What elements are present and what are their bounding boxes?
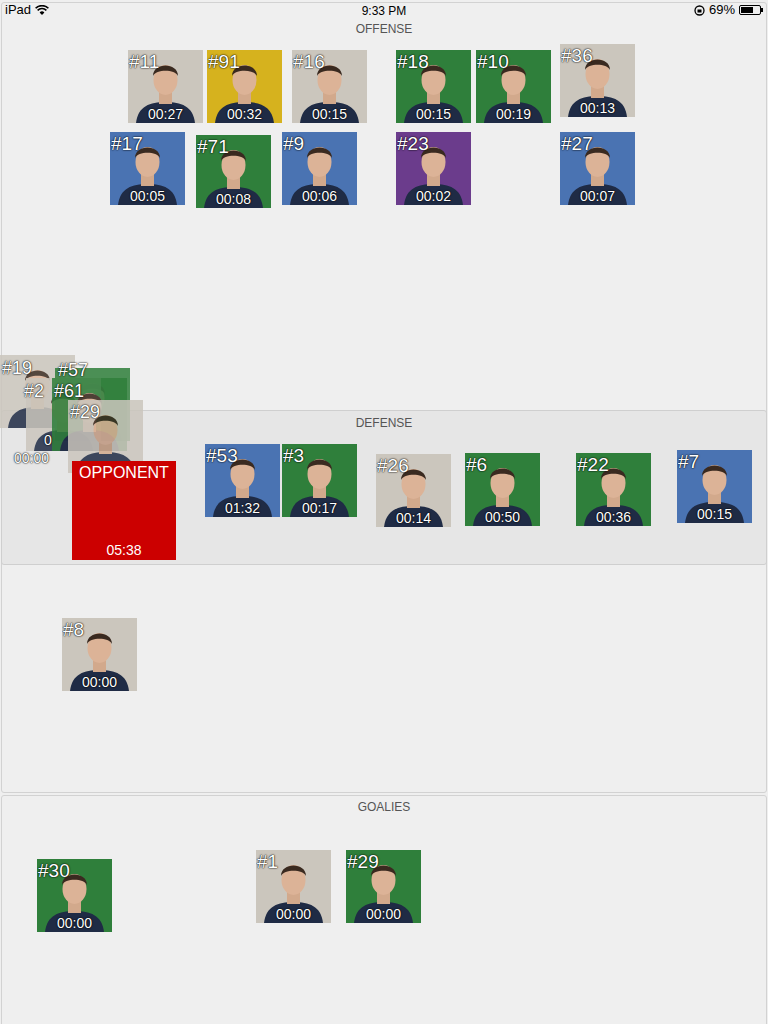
battery-icon [739, 5, 763, 15]
player-card[interactable]: #29 00:00 [346, 850, 421, 923]
player-card[interactable]: #26 00:14 [376, 454, 451, 527]
player-card[interactable]: #1 00:00 [256, 850, 331, 923]
wifi-icon [35, 5, 49, 16]
player-number: #61 [54, 381, 84, 401]
ice-time: 00:27 [128, 106, 203, 122]
player-number: #91 [208, 51, 240, 73]
clock: 9:33 PM [340, 2, 428, 20]
player-card[interactable]: #16 00:15 [292, 50, 367, 123]
player-card[interactable]: #27 00:07 [560, 132, 635, 205]
player-number: #30 [38, 860, 70, 882]
opponent-label: OPPONENT [79, 463, 169, 483]
player-number: #6 [466, 454, 487, 476]
ice-time: 00:15 [396, 106, 471, 122]
player-card[interactable]: #22 00:36 [576, 453, 651, 526]
ice-time: 00:13 [560, 100, 635, 116]
player-number: #26 [377, 455, 409, 477]
player-card[interactable]: #9 00:06 [282, 132, 357, 205]
ice-time: 00:00 [37, 915, 112, 931]
ice-time: 00:06 [282, 188, 357, 204]
battery-percent: 69% [709, 0, 735, 20]
ice-time: 00:15 [292, 106, 367, 122]
ice-time: 00:00 [62, 674, 137, 690]
player-card[interactable]: #3 00:17 [282, 444, 357, 517]
ice-time: 00:00 [256, 906, 331, 922]
carrier: iPad [5, 0, 31, 20]
player-number: #29 [347, 851, 379, 873]
player-number: #27 [561, 133, 593, 155]
player-number: #9 [283, 133, 304, 155]
section-label: GOALIES [0, 798, 768, 816]
status-bar: iPad 9:33 PM 69% [0, 0, 768, 20]
ice-time: 01:32 [205, 500, 280, 516]
player-card[interactable]: #11 00:27 [128, 50, 203, 123]
opponent-card[interactable]: OPPONENT 05:38 [72, 461, 176, 560]
player-card[interactable]: #71 00:08 [196, 135, 271, 208]
player-number: #19 [2, 358, 32, 378]
player-number: #53 [206, 445, 238, 467]
player-card[interactable]: #7 00:15 [677, 450, 752, 523]
player-card[interactable]: #10 00:19 [476, 50, 551, 123]
player-number: #3 [283, 445, 304, 467]
player-number: #71 [197, 136, 229, 158]
player-card[interactable]: #91 00:32 [207, 50, 282, 123]
player-card[interactable]: #17 00:05 [110, 132, 185, 205]
player-number: #36 [561, 45, 593, 67]
ice-time: 00:00 [346, 906, 421, 922]
player-card[interactable]: #30 00:00 [37, 859, 112, 932]
player-number: #29 [70, 402, 100, 422]
ice-time: 00:02 [396, 188, 471, 204]
player-number: #7 [678, 451, 699, 473]
ice-time: 00:14 [376, 510, 451, 526]
ice-time: 00:50 [465, 509, 540, 525]
player-number: #1 [257, 851, 278, 873]
player-number: #8 [63, 619, 84, 641]
player-number: #16 [293, 51, 325, 73]
rotation-lock-icon [694, 5, 705, 16]
battery-fill [741, 7, 753, 13]
player-number: #23 [397, 133, 429, 155]
player-card[interactable]: #6 00:50 [465, 453, 540, 526]
section-label: OFFENSE [0, 20, 768, 38]
ice-time: 00:08 [196, 191, 271, 207]
player-number: #22 [577, 454, 609, 476]
player-number: #2 [24, 381, 44, 401]
player-number: #17 [111, 133, 143, 155]
ice-time: 00:15 [677, 506, 752, 522]
player-card[interactable]: #23 00:02 [396, 132, 471, 205]
player-number: #18 [397, 51, 429, 73]
ice-time: 00:05 [110, 188, 185, 204]
player-card[interactable]: #36 00:13 [560, 44, 635, 117]
player-number: #11 [129, 51, 159, 73]
player-number: #57 [58, 360, 88, 380]
ice-time: 00:17 [282, 500, 357, 516]
ice-time: 00:32 [207, 106, 282, 122]
player-card[interactable]: #18 00:15 [396, 50, 471, 123]
ice-time: 00:07 [560, 188, 635, 204]
ice-time: 0 [44, 432, 52, 448]
opponent-time: 05:38 [106, 542, 141, 558]
ice-time: 00:36 [576, 509, 651, 525]
player-card[interactable]: #8 00:00 [62, 618, 137, 691]
ice-time: 00:00 [14, 450, 49, 466]
player-card[interactable]: #53 01:32 [205, 444, 280, 517]
ice-time: 00:19 [476, 106, 551, 122]
player-number: #10 [477, 51, 509, 73]
